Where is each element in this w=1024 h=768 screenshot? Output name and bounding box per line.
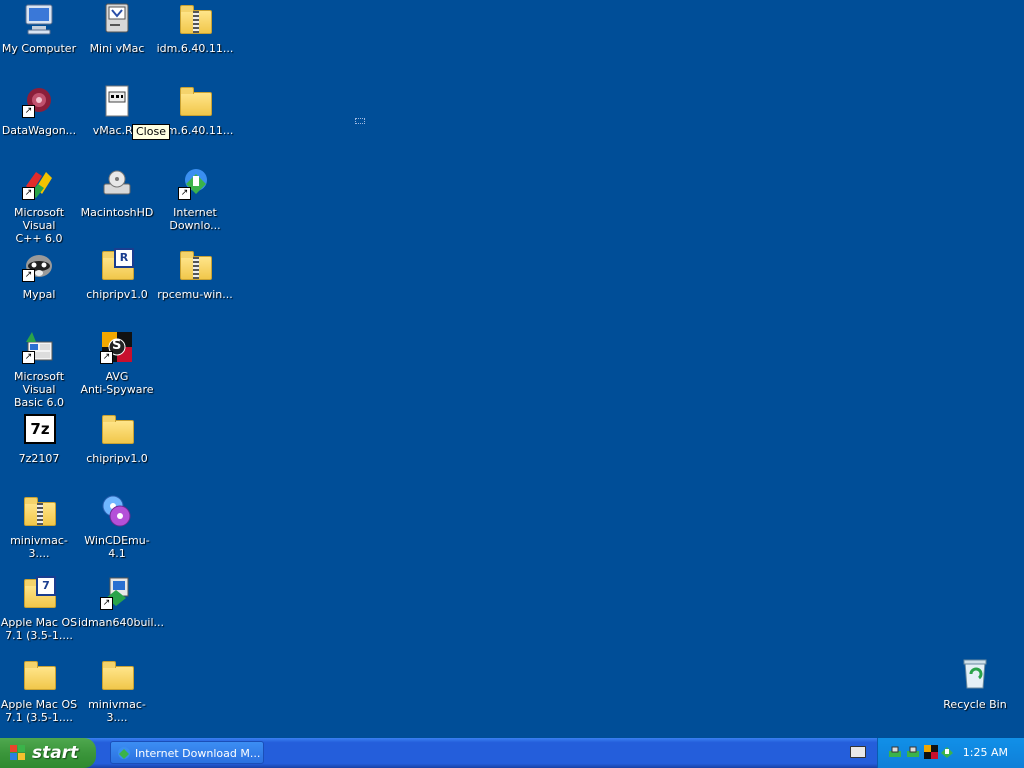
shortcut-arrow-icon: ↗	[178, 187, 191, 200]
icon-label: Mypal	[22, 288, 56, 301]
mypal-shortcut-icon[interactable]: ↗ Mypal	[0, 248, 78, 301]
windows-logo-icon	[10, 745, 26, 761]
icon-label: MacintoshHD	[80, 206, 154, 219]
apple-macos-7z-folder-icon[interactable]: 7 Apple Mac OS 7.1 (3.5-1....	[0, 576, 78, 642]
icon-label: Mini vMac	[89, 42, 145, 55]
shortcut-arrow-icon: ↗	[22, 105, 35, 118]
zip-folder-icon	[180, 5, 212, 34]
avg-tray-icon[interactable]	[924, 745, 938, 759]
cursor-marker	[355, 118, 365, 124]
shortcut-arrow-icon: ↗	[22, 351, 35, 364]
icon-label: Microsoft Visual C++ 6.0	[13, 206, 65, 245]
my-computer-icon[interactable]: My Computer	[0, 2, 78, 55]
7z-archive-icon[interactable]: 7z 7z2107	[0, 412, 78, 465]
zip-folder-icon	[180, 251, 212, 280]
icon-label: Microsoft Visual Basic 6.0	[13, 370, 65, 409]
network-icon-2[interactable]	[906, 745, 920, 759]
wincdemu-icon[interactable]: WinCDEmu-4.1	[78, 494, 156, 560]
icon-label: minivmac-3....	[88, 698, 146, 724]
icon-label: Recycle Bin	[943, 698, 1007, 711]
shortcut-arrow-icon: ↗	[22, 269, 35, 282]
icon-label: WinCDEmu-4.1	[84, 534, 150, 560]
desktop: My Computer ↗ DataWagon... ↗ Microsoft V…	[0, 0, 1024, 738]
minivmac-folder-icon[interactable]: minivmac-3....	[78, 658, 156, 724]
7z-badge-icon: 7	[36, 576, 56, 596]
folder-icon	[24, 661, 56, 690]
close-tooltip: Close	[132, 124, 170, 140]
icon-label: idman640buil...	[78, 616, 165, 629]
icon-label: My Computer	[1, 42, 77, 55]
icon-label: chipripv1.0	[86, 452, 148, 465]
icon-label: minivmac-3....	[10, 534, 68, 560]
icon-label: chipripv1.0	[86, 288, 148, 301]
icon-label: Internet Downlo...	[169, 206, 221, 232]
chiprip-folder-icon[interactable]: R chipripv1.0	[78, 248, 156, 301]
start-button[interactable]: start	[0, 738, 96, 768]
shortcut-arrow-icon: ↗	[100, 597, 113, 610]
folder-icon	[180, 87, 212, 116]
icon-label: Apple Mac OS 7.1 (3.5-1....	[0, 698, 78, 724]
zip-folder-icon	[24, 497, 56, 526]
visual-basic-shortcut-icon[interactable]: ↗ Microsoft Visual Basic 6.0	[0, 330, 78, 409]
shortcut-arrow-icon: ↗	[100, 351, 113, 364]
keyboard-icon[interactable]	[850, 746, 866, 758]
mini-vmac-icon[interactable]: Mini vMac	[78, 2, 156, 55]
task-button-internet-download-manager[interactable]: Internet Download M...	[110, 741, 264, 764]
system-tray: 1:25 AM	[877, 738, 1024, 768]
apple-macos-folder-icon[interactable]: Apple Mac OS 7.1 (3.5-1....	[0, 658, 78, 724]
icon-label: idm.6.40.11...	[156, 42, 234, 55]
network-icon[interactable]	[888, 745, 902, 759]
avg-antispyware-shortcut-icon[interactable]: S ↗ AVG Anti-Spyware	[78, 330, 156, 396]
7z-logo-icon: 7z	[24, 414, 56, 444]
chiprip-folder-2-icon[interactable]: chipripv1.0	[78, 412, 156, 465]
avg-s-logo-icon: S	[112, 338, 122, 353]
idm-zip-folder-icon[interactable]: idm.6.40.11...	[156, 2, 234, 55]
visual-cpp-shortcut-icon[interactable]: ↗ Microsoft Visual C++ 6.0	[0, 166, 78, 245]
datawagon-shortcut-icon[interactable]: ↗ DataWagon...	[0, 84, 78, 137]
idman-installer-icon[interactable]: ↗ idman640buil...	[78, 576, 165, 629]
internet-download-manager-shortcut-icon[interactable]: ↗ Internet Downlo...	[156, 166, 234, 232]
task-button-label: Internet Download M...	[135, 747, 261, 760]
zip-folder-icon[interactable]: minivmac-3....	[0, 494, 78, 560]
rpcemu-zip-folder-icon[interactable]: rpcemu-win...	[156, 248, 234, 301]
taskbar: start Internet Download M... 1:25 AM	[0, 738, 1024, 768]
icon-label: DataWagon...	[1, 124, 77, 137]
start-label: start	[32, 743, 79, 763]
r-badge-icon: R	[114, 248, 134, 268]
recycle-bin-icon[interactable]: Recycle Bin	[936, 658, 1014, 711]
icon-label: Apple Mac OS 7.1 (3.5-1....	[0, 616, 78, 642]
internet-download-manager-icon	[118, 747, 130, 759]
idm-tray-icon[interactable]	[940, 745, 954, 759]
icon-label: 7z2107	[18, 452, 60, 465]
icon-label: AVG Anti-Spyware	[80, 370, 154, 396]
shortcut-arrow-icon: ↗	[22, 187, 35, 200]
folder-icon	[102, 415, 134, 444]
icon-label: rpcemu-win...	[157, 288, 233, 301]
folder-icon	[102, 661, 134, 690]
clock[interactable]: 1:25 AM	[963, 738, 1008, 768]
macintosh-hd-icon[interactable]: MacintoshHD	[78, 166, 156, 219]
